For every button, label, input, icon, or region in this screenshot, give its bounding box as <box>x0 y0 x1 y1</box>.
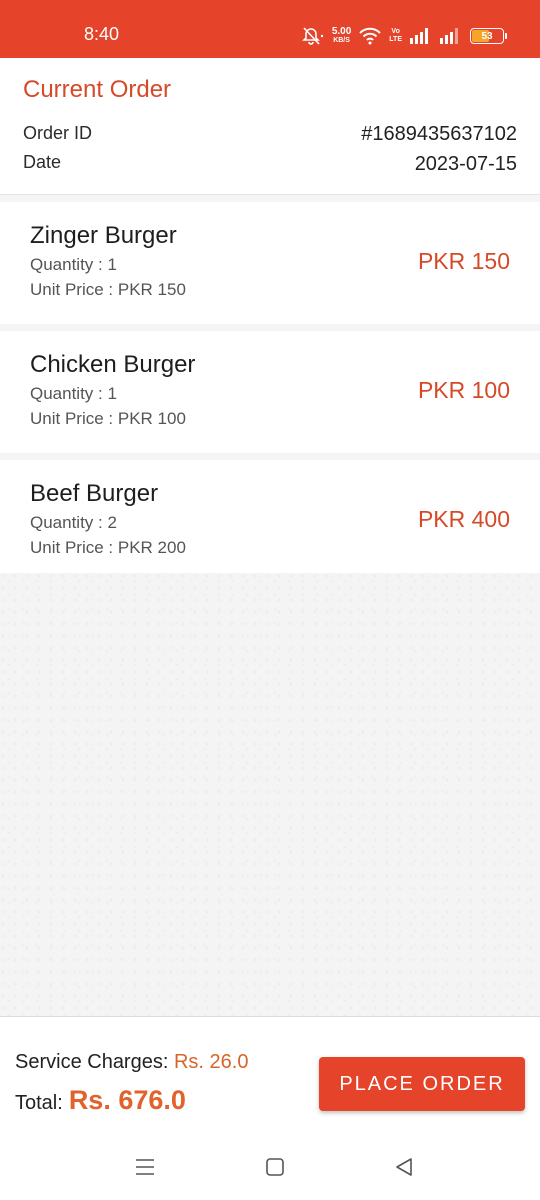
battery-icon: 53 <box>470 28 507 44</box>
service-charges: Service Charges: Rs. 26.0 <box>15 1051 248 1074</box>
date-label: Date <box>23 152 62 172</box>
battery-percent: 53 <box>481 30 493 42</box>
item-quantity: Quantity : 1 <box>30 255 117 274</box>
service-charges-label: Service Charges: <box>15 1051 169 1073</box>
order-footer: Service Charges: Rs. 26.0 Total: Rs. 676… <box>0 1016 540 1140</box>
status-time: 8:40 <box>84 24 120 44</box>
volte-top: Vo <box>391 28 400 35</box>
service-charges-value: Rs. 26.0 <box>173 1051 249 1073</box>
total-value: Rs. 676.0 <box>68 1085 186 1115</box>
system-nav-bar <box>0 1140 540 1200</box>
page-title: Current Order <box>23 76 172 103</box>
wifi-icon <box>359 27 382 45</box>
back-icon[interactable] <box>393 1156 415 1183</box>
item-total-price: PKR 150 <box>417 248 510 274</box>
signal-icon <box>440 28 462 44</box>
signal-icon <box>410 28 432 44</box>
item-total-price: PKR 100 <box>417 377 510 403</box>
item-quantity: Quantity : 2 <box>30 513 117 532</box>
menu-icon[interactable] <box>134 1156 156 1183</box>
order-id-value: #1689435637102 <box>361 123 517 145</box>
item-quantity: Quantity : 1 <box>30 384 117 403</box>
place-order-button[interactable]: PLACE ORDER <box>319 1057 525 1111</box>
item-name: Beef Burger <box>30 480 159 507</box>
net-speed-value: 5.00 <box>331 26 352 37</box>
volte-bottom: LTE <box>389 36 402 43</box>
item-unit-price: Unit Price : PKR 200 <box>30 538 186 557</box>
home-icon[interactable] <box>264 1156 286 1183</box>
status-icons: 5.00 KB/S Vo LTE 53 <box>301 25 507 47</box>
order-item[interactable]: Chicken Burger Quantity : 1 Unit Price :… <box>0 331 540 453</box>
item-total-price: PKR 400 <box>417 506 510 532</box>
order-item[interactable]: Beef Burger Quantity : 2 Unit Price : PK… <box>0 460 540 582</box>
volte-icon: Vo LTE <box>389 28 402 44</box>
mute-icon <box>301 27 324 45</box>
date-value: 2023-07-15 <box>414 153 517 175</box>
net-speed-indicator: 5.00 KB/S <box>332 27 351 45</box>
status-bar: 8:40 5.00 KB/S Vo LTE 53 <box>0 0 540 58</box>
list-background <box>0 573 540 1016</box>
item-unit-price: Unit Price : PKR 100 <box>30 409 186 428</box>
order-id-label: Order ID <box>23 123 93 143</box>
net-speed-unit: KB/S <box>333 37 350 44</box>
item-unit-price: Unit Price : PKR 150 <box>30 280 186 299</box>
order-total: Total: Rs. 676.0 <box>15 1085 186 1116</box>
item-name: Chicken Burger <box>30 351 196 378</box>
item-name: Zinger Burger <box>30 222 177 249</box>
total-label: Total: <box>15 1092 63 1114</box>
order-item[interactable]: Zinger Burger Quantity : 1 Unit Price : … <box>0 202 540 324</box>
order-item-list: Zinger Burger Quantity : 1 Unit Price : … <box>0 202 540 589</box>
order-header: Current Order Order ID #1689435637102 Da… <box>0 58 540 195</box>
